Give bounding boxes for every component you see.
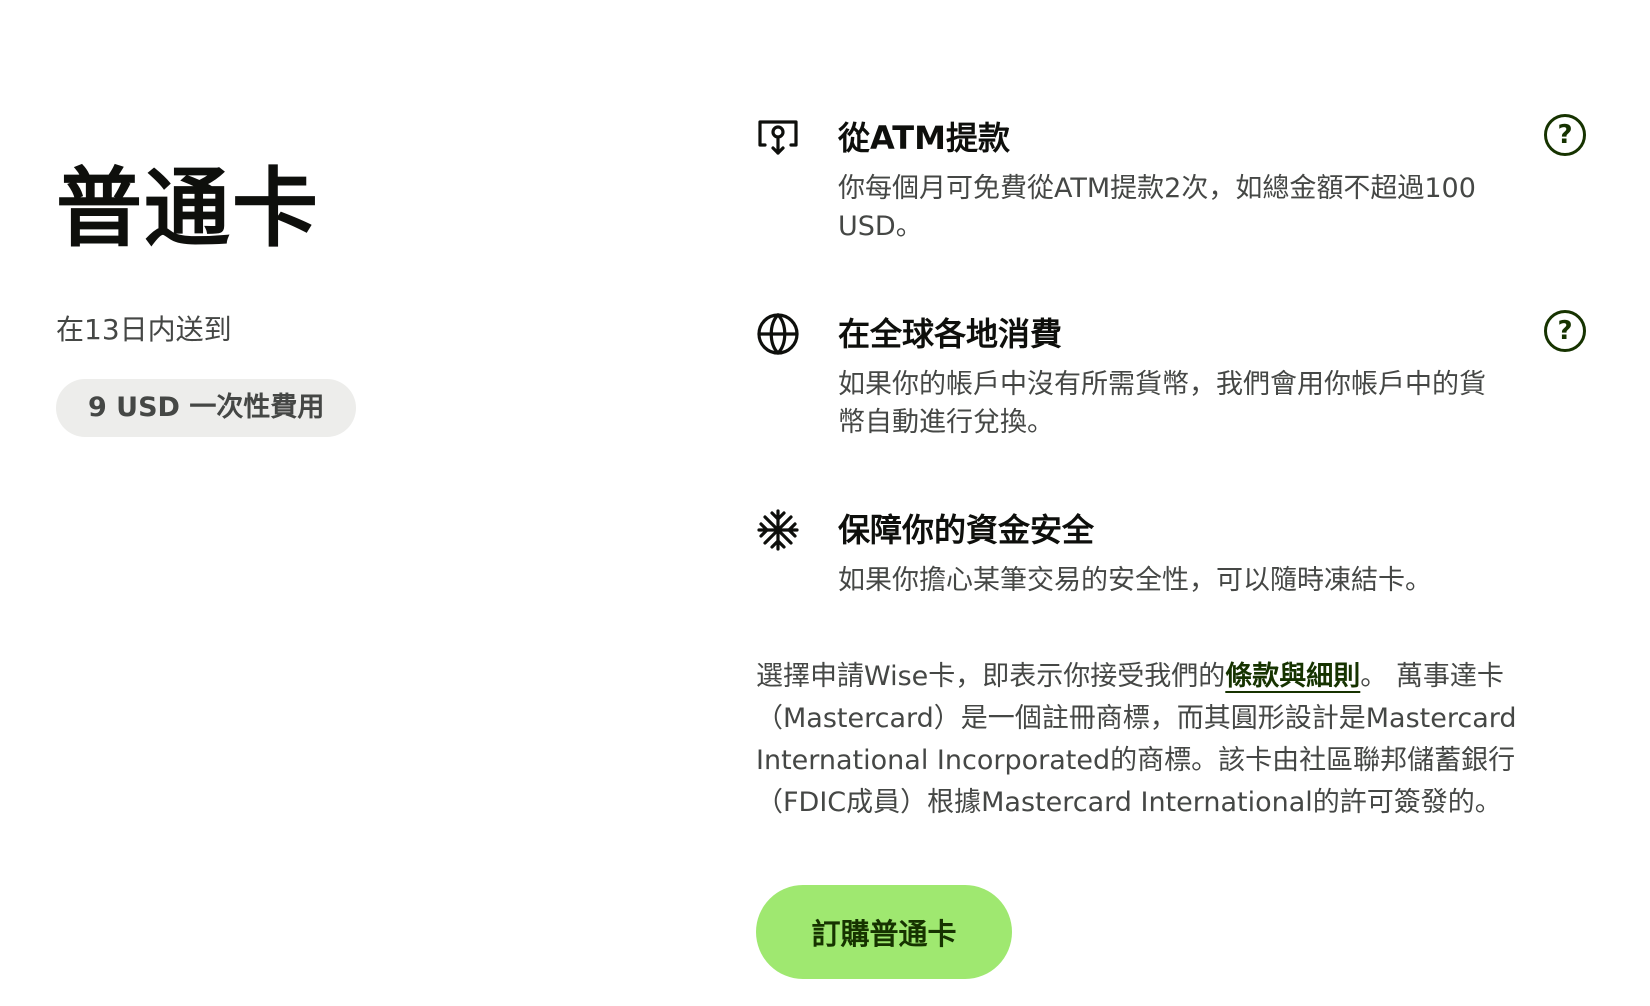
delivery-time: 在13日内送到 [56,313,232,346]
globe-icon [756,312,800,356]
terms-link[interactable]: 條款與細則 [1225,661,1360,692]
feature-title: 在全球各地消費 [838,315,1063,353]
feature-title: 從ATM提款 [838,119,1010,157]
legal-text-intro: 選擇申請Wise卡，即表示你接受我們的 [756,661,1226,692]
help-icon[interactable]: ? [1544,114,1586,156]
help-icon[interactable]: ? [1544,310,1586,352]
feature-title: 保障你的資金安全 [838,511,1095,549]
snowflake-icon [756,508,800,552]
legal-disclaimer: 選擇申請Wise卡，即表示你接受我們的條款與細則。 萬事達卡（Mastercar… [756,656,1536,824]
feature-description: 如果你的帳戶中沒有所需貨幣，我們會用你帳戶中的貨幣自動進行兌換。 [838,369,1486,438]
feature-description: 如果你擔心某筆交易的安全性，可以隨時凍結卡。 [838,565,1432,596]
order-card-button[interactable]: 訂購普通卡 [756,885,1012,979]
page-title: 普通卡 [56,159,320,259]
fee-badge: 9 USD 一次性費用 [56,379,357,437]
feature-description: 你每個月可免費從ATM提款2次，如總金額不超過100 USD。 [838,173,1476,242]
atm-withdraw-icon [756,116,800,160]
